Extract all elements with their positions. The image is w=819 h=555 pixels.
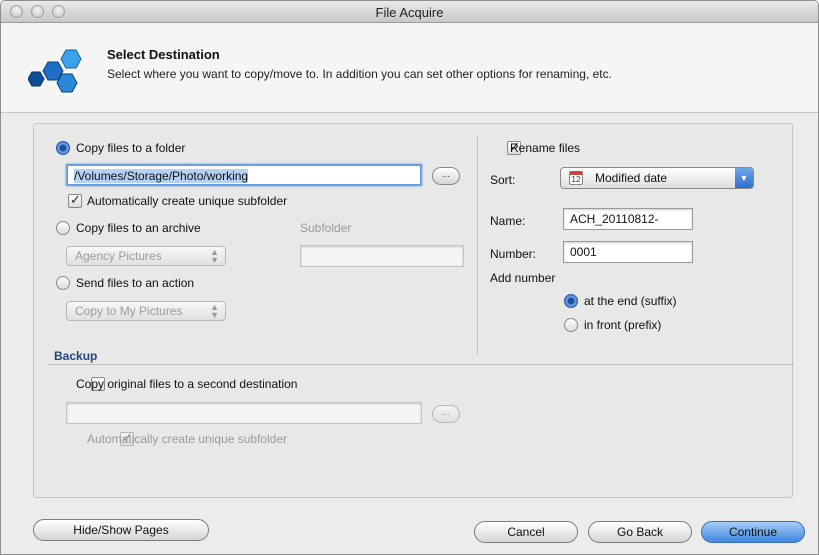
updown-arrows-icon: ▲ ▼ [210,302,219,320]
auto-subfolder-label: Automatically create unique subfolder [87,194,288,208]
hide-show-pages-button[interactable]: Hide/Show Pages [33,519,209,541]
prefix-label: in front (prefix) [584,318,662,332]
sort-select[interactable]: 12 Modified date ▼ [560,167,754,189]
copy-second-destination-label: Copy original files to a second destinat… [76,377,298,391]
name-field[interactable]: ACH_20110812- [563,208,693,230]
window-title: File Acquire [375,5,444,20]
subfolder-label: Subfolder [300,221,352,235]
backup-section-title: Backup [54,349,98,363]
backup-divider [48,364,794,365]
sort-label: Sort: [490,173,516,187]
chevron-down-icon: ▼ [735,168,753,188]
backup-browse-button[interactable]: ... [432,405,460,423]
number-label: Number: [490,247,537,261]
page-header: Select Destination Select where you want… [1,23,818,113]
cancel-button[interactable]: Cancel [474,521,578,543]
auto-subfolder-checkbox[interactable] [68,192,82,208]
subfolder-field[interactable] [300,245,464,267]
vertical-divider [477,136,478,354]
photo-mechanic-logo-icon [28,49,82,93]
folder-path-value: /Volumes/Storage/Photo/working [74,169,249,183]
copy-to-folder-radio[interactable] [56,141,70,155]
name-label: Name: [490,214,526,228]
go-back-button[interactable]: Go Back [588,521,692,543]
sort-select-value: Modified date [595,171,668,185]
add-number-label: Add number [490,271,556,285]
backup-auto-subfolder-label: Automatically create unique subfolder [87,432,288,446]
copy-to-archive-radio[interactable] [56,221,70,235]
action-select[interactable]: Copy to My Pictures ▲ ▼ [66,301,226,321]
calendar-icon: 12 [569,171,583,185]
title-bar[interactable]: File Acquire [1,1,818,23]
options-panel: Copy files to a folder /Volumes/Storage/… [33,123,794,498]
folder-path-field[interactable]: /Volumes/Storage/Photo/working [66,164,422,186]
file-acquire-window: File Acquire Select Destination Select w… [0,0,819,555]
action-select-value: Copy to My Pictures [75,304,183,318]
send-to-action-label: Send files to an action [76,276,195,290]
continue-button[interactable]: Continue [701,521,805,543]
suffix-radio[interactable] [564,294,578,308]
backup-path-field[interactable] [66,402,422,424]
suffix-label: at the end (suffix) [584,294,677,308]
archive-select[interactable]: Agency Pictures ▲ ▼ [66,246,226,266]
page-subtitle: Select where you want to copy/move to. I… [107,67,612,81]
archive-select-value: Agency Pictures [75,249,162,263]
browse-folder-button[interactable]: ... [432,167,460,185]
page-title: Select Destination [107,47,220,62]
prefix-radio[interactable] [564,318,578,332]
copy-to-folder-label: Copy files to a folder [76,141,186,155]
send-to-action-radio[interactable] [56,276,70,290]
updown-arrows-icon: ▲ ▼ [210,247,219,265]
copy-to-archive-label: Copy files to an archive [76,221,201,235]
rename-files-label: Rename files [510,141,581,155]
number-field[interactable]: 0001 [563,241,693,263]
